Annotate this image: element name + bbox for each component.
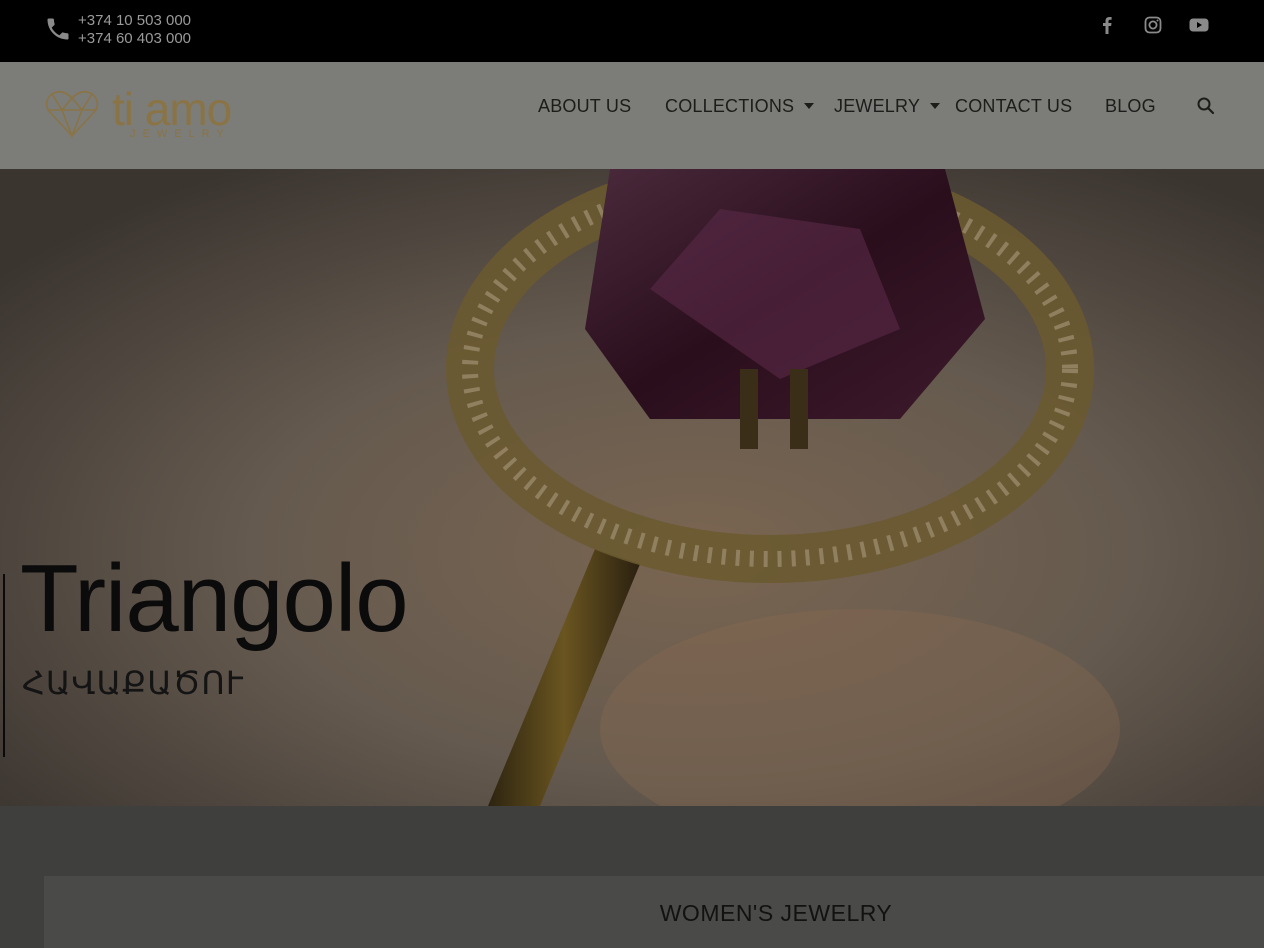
nav-blog[interactable]: BLOG [1105,96,1156,118]
facebook-icon[interactable] [1096,14,1118,36]
youtube-icon[interactable] [1188,14,1210,36]
nav-contact-us[interactable]: CONTACT US [955,96,1072,118]
womens-jewelry-section: WOMEN'S JEWELRY [0,806,1264,948]
phone-number-2[interactable]: +374 60 403 000 [78,30,191,48]
phone-number-1[interactable]: +374 10 503 000 [78,12,191,30]
chevron-down-icon [804,103,815,109]
top-bar: +374 10 503 000 +374 60 403 000 [0,0,1264,62]
phone-numbers: +374 10 503 000 +374 60 403 000 [78,12,191,48]
hero-accent-bar [3,574,5,757]
site-header: ti amo JEWELRY ABOUT US COLLECTIONS JEWE… [0,62,1264,169]
phone-icon [47,18,69,40]
hero-subtitle: ՀԱՎԱՔԱԾՈՒ [22,665,245,701]
section-title[interactable]: WOMEN'S JEWELRY [0,900,1264,927]
nav-collections[interactable]: COLLECTIONS [665,96,815,118]
hero-ring-image [0,169,1264,806]
nav-about-us[interactable]: ABOUT US [538,96,631,118]
hero-banner[interactable]: Triangolo ՀԱՎԱՔԱԾՈՒ [0,169,1264,806]
logo-subtext: JEWELRY [130,128,231,140]
search-icon[interactable] [1196,96,1216,116]
hero-title: Triangolo [20,545,409,652]
nav-jewelry-label: JEWELRY [834,96,921,116]
chevron-down-icon [930,103,941,109]
instagram-icon[interactable] [1142,14,1164,36]
site-logo[interactable]: ti amo JEWELRY [42,83,272,146]
nav-collections-label: COLLECTIONS [665,96,795,116]
nav-jewelry[interactable]: JEWELRY [834,96,941,118]
